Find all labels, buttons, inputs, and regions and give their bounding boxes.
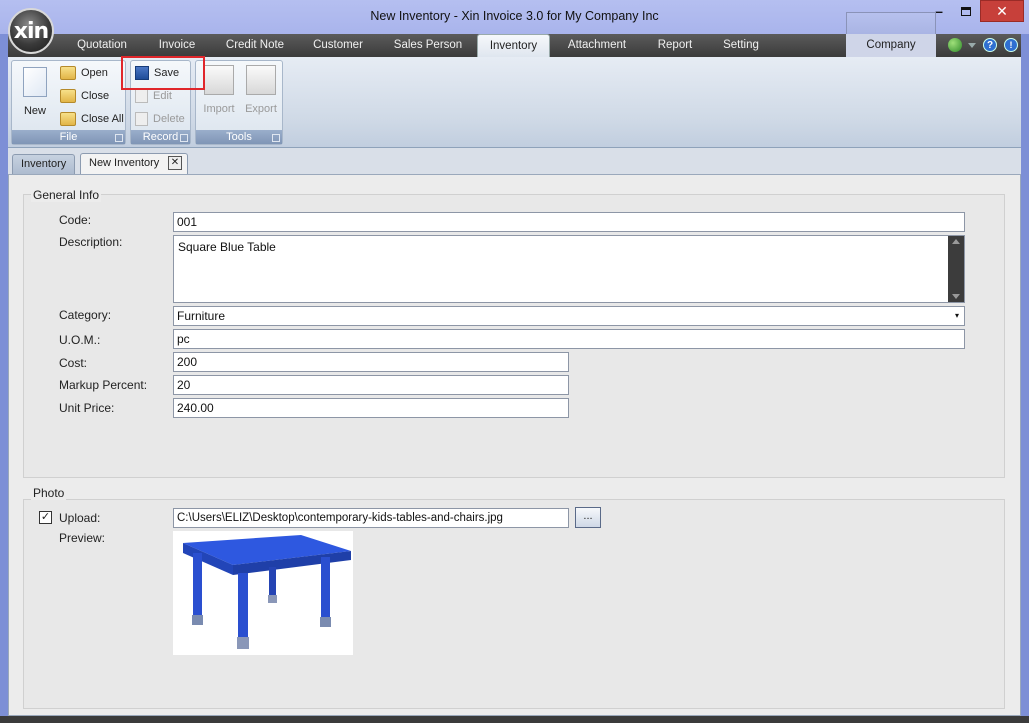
export-label: Export (245, 103, 277, 115)
doc-tab-inventory[interactable]: Inventory (12, 154, 76, 174)
export-button[interactable]: Export (242, 65, 280, 123)
dialog-launcher-icon[interactable] (115, 134, 123, 142)
cost-input[interactable]: 200 (173, 352, 569, 372)
scroll-down-icon[interactable] (952, 294, 960, 299)
ribbon-group-file: New Open Close Close All File (11, 60, 126, 145)
ribbon-group-tools: Import Export Tools (195, 60, 283, 145)
tools-group-label: Tools (196, 130, 282, 144)
category-value: Furniture (177, 309, 226, 323)
markup-percent-input[interactable]: 20 (173, 375, 569, 395)
save-highlight-box (121, 56, 205, 90)
new-label: New (23, 105, 46, 117)
scroll-up-icon[interactable] (952, 239, 960, 244)
document-icon (23, 67, 47, 97)
export-icon (246, 65, 276, 95)
tab-sales-person[interactable]: Sales Person (388, 34, 468, 57)
folder-close-icon (60, 89, 76, 103)
cost-label: Cost: (59, 356, 88, 370)
unit-price-input[interactable]: 240.00 (173, 398, 569, 418)
close-all-label: Close All (81, 113, 124, 125)
close-window-button[interactable]: ✕ (980, 0, 1024, 22)
delete-label: Delete (153, 113, 185, 125)
category-label: Category: (59, 308, 112, 322)
code-label: Code: (59, 213, 92, 227)
delete-button[interactable]: Delete (135, 109, 185, 129)
import-button[interactable]: Import (200, 65, 238, 123)
status-strip (0, 716, 1029, 723)
upload-label: Upload: (59, 511, 101, 525)
close-label: Close (81, 90, 110, 102)
description-label: Description: (59, 235, 123, 249)
edit-icon (135, 89, 148, 103)
dropdown-arrow-icon[interactable]: ▾ (955, 307, 959, 325)
dialog-launcher-icon[interactable] (272, 134, 280, 142)
new-button[interactable]: New (18, 65, 52, 125)
code-input[interactable]: 001 (173, 212, 965, 232)
company-tab[interactable]: Company (846, 34, 936, 57)
dialog-launcher-icon[interactable] (180, 134, 188, 142)
tab-invoice[interactable]: Invoice (153, 34, 201, 57)
globe-icon[interactable] (948, 38, 962, 52)
upload-checkbox[interactable]: ✓ (39, 511, 52, 524)
unit-price-label: Unit Price: (59, 401, 115, 415)
doc-tab-new-inventory-label: New Inventory (89, 157, 160, 169)
menu-bar: Quotation Invoice Credit Note Customer S… (8, 12, 1021, 57)
tab-report[interactable]: Report (650, 34, 700, 57)
import-icon (204, 65, 234, 95)
close-tab-icon[interactable]: ✕ (168, 156, 182, 170)
photo-legend: Photo (31, 486, 67, 500)
tab-credit-note[interactable]: Credit Note (222, 34, 288, 57)
description-textarea[interactable]: Square Blue Table (173, 235, 965, 303)
chevron-down-icon[interactable] (968, 43, 976, 48)
browse-button[interactable]: ... (575, 507, 601, 528)
close-button[interactable]: Close (60, 86, 109, 106)
tab-setting[interactable]: Setting (716, 34, 766, 57)
form-panel: General Info Code: 001 Description: Squa… (8, 174, 1021, 716)
folder-open-icon (60, 66, 76, 80)
uom-input[interactable]: pc (173, 329, 965, 349)
tab-inventory[interactable]: Inventory (477, 34, 550, 57)
tab-quotation[interactable]: Quotation (74, 34, 130, 57)
photo-preview (173, 531, 353, 655)
app-logo[interactable]: xin (8, 8, 54, 54)
document-tabs: Inventory New Inventory ✕ (8, 148, 1021, 174)
category-select[interactable]: Furniture ▾ (173, 306, 965, 326)
blue-table-image (183, 535, 351, 649)
markup-percent-label: Markup Percent: (59, 378, 148, 392)
photo-section (23, 499, 1005, 709)
photo-path-input[interactable]: C:\Users\ELIZ\Desktop\contemporary-kids-… (173, 508, 569, 528)
delete-icon (135, 112, 148, 126)
open-label: Open (81, 67, 108, 79)
file-group-label: File (12, 130, 125, 144)
folder-close-all-icon (60, 112, 76, 126)
general-info-legend: General Info (31, 188, 102, 202)
import-label: Import (203, 103, 235, 115)
uom-label: U.O.M.: (59, 333, 101, 347)
help-icon[interactable]: ? (983, 38, 997, 52)
tab-customer[interactable]: Customer (308, 34, 368, 57)
description-scrollbar[interactable] (948, 236, 964, 302)
description-text: Square Blue Table (178, 240, 276, 254)
open-button[interactable]: Open (60, 63, 108, 83)
maximize-button[interactable] (954, 0, 978, 22)
info-icon[interactable]: ! (1004, 38, 1018, 52)
tab-attachment[interactable]: Attachment (561, 34, 633, 57)
preview-label: Preview: (59, 531, 106, 545)
edit-label: Edit (153, 90, 172, 102)
close-all-button[interactable]: Close All (60, 109, 124, 129)
